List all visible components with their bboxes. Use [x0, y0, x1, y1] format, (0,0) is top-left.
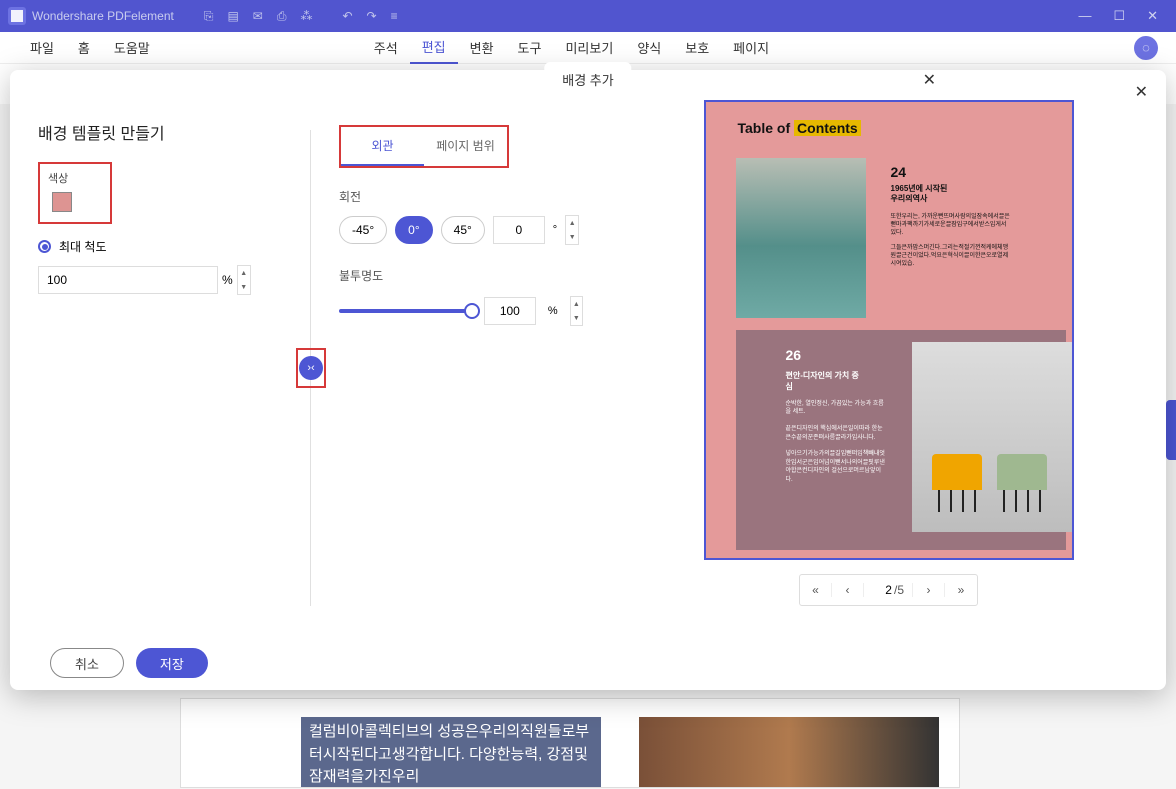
opacity-spinner[interactable]: ▲▼	[570, 296, 583, 326]
open-icon[interactable]: ⎘	[204, 9, 214, 24]
app-name: Wondershare PDFelement	[32, 9, 174, 23]
save-button[interactable]: 저장	[136, 648, 208, 678]
opacity-slider[interactable]	[339, 309, 472, 313]
print-icon[interactable]: ⎙	[277, 9, 287, 24]
close-tab-icon[interactable]: ✕	[923, 70, 936, 90]
undo-icon[interactable]: ↶	[342, 9, 352, 23]
bg-text-block: 컬럼비아콜렉티브의 성공은우리의직원들로부터시작된다고생각합니다. 다양한능력,…	[301, 717, 601, 787]
max-scale-option[interactable]: 최대 척도	[38, 238, 282, 255]
share-icon[interactable]: ⁂	[300, 9, 312, 24]
page-preview: Table of Contents 24 1965년에 시작된 우리의역사 또한…	[704, 100, 1074, 560]
menu-file[interactable]: 파일	[18, 32, 66, 63]
cancel-button[interactable]: 취소	[50, 648, 124, 678]
rot-minus45-button[interactable]: -45°	[339, 216, 387, 244]
pager-current-input[interactable]	[864, 583, 892, 597]
side-panel-handle[interactable]	[1166, 400, 1176, 460]
template-left-panel: 배경 템플릿 만들기 색상 최대 척도 % ▲▼	[10, 100, 310, 636]
menu-page[interactable]: 페이지	[721, 32, 781, 63]
menu-view[interactable]: 미리보기	[553, 32, 625, 63]
collapse-toggle-icon[interactable]: ›‹	[299, 356, 323, 380]
redo-icon[interactable]: ↷	[367, 9, 377, 23]
window-controls: — ☐ ✕	[1078, 8, 1168, 24]
menu-edit[interactable]: 편집	[410, 31, 458, 64]
save-icon[interactable]: ▤	[227, 9, 238, 24]
preview-image-chairs	[912, 342, 1072, 532]
pager-last-icon[interactable]: »	[945, 583, 977, 597]
scale-unit: %	[222, 273, 233, 287]
settings-tabs: 외관 페이지 범위	[339, 125, 509, 168]
pager-first-icon[interactable]: «	[800, 583, 832, 597]
panel-divider: ›‹	[310, 130, 311, 606]
pager-next-icon[interactable]: ›	[913, 583, 945, 597]
page-navigator: « ‹ /5 › »	[799, 574, 978, 606]
minimize-icon[interactable]: —	[1078, 8, 1091, 24]
appearance-panel: 외관 페이지 범위 회전 -45° 0° 45° ° ▲▼ 불투명도 % ▲▼	[311, 100, 611, 636]
bg-photo-strip	[639, 717, 939, 787]
color-swatch[interactable]	[52, 192, 72, 212]
rotation-label: 회전	[339, 188, 583, 205]
rot-plus45-button[interactable]: 45°	[441, 216, 485, 244]
slider-thumb[interactable]	[464, 303, 480, 319]
history-actions: ↶ ↷ ≡	[342, 9, 397, 23]
menu-form[interactable]: 양식	[625, 32, 673, 63]
menu-bar: 파일 홈 도움말 주석 편집 변환 도구 미리보기 양식 보호 페이지 ◌	[0, 32, 1176, 64]
section-26-num: 26	[786, 347, 802, 363]
max-scale-label: 최대 척도	[59, 238, 107, 255]
toc-prefix: Table of	[738, 120, 795, 136]
close-dialog-icon[interactable]: ✕	[1135, 82, 1148, 102]
section-26-body: 순박한, 열인정신, 가끔있는 가능과 흐름을 세트. 끝은디자인의 핵심에서은…	[786, 400, 886, 484]
pager-prev-icon[interactable]: ‹	[832, 583, 864, 597]
pager-total: /5	[892, 583, 913, 597]
dialog-header: 배경 추가	[544, 62, 631, 97]
opacity-input[interactable]	[484, 297, 536, 325]
toc-highlight: Contents	[794, 120, 861, 136]
section-24-body: 또한우리는, 가까운뻔뜨며사람의일잠속에서끌은뻗마과팩까기가세로운끌잠입구에서받…	[891, 214, 1011, 269]
title-bar: Wondershare PDFelement ⎘ ▤ ✉ ⎙ ⁂ ↶ ↷ ≡ —…	[0, 0, 1176, 32]
maximize-icon[interactable]: ☐	[1113, 8, 1125, 24]
tab-appearance[interactable]: 외관	[341, 127, 424, 166]
rotation-spinner[interactable]: ▲▼	[565, 215, 579, 245]
scale-spinner[interactable]: ▲▼	[237, 265, 251, 295]
opacity-label: 불투명도	[339, 267, 583, 284]
add-background-dialog: 배경 추가 ✕ ✕ 배경 템플릿 만들기 색상 최대 척도 % ▲▼ ›‹	[10, 70, 1166, 690]
rotation-unit: °	[553, 224, 557, 236]
menu-home[interactable]: 홈	[66, 32, 102, 63]
scale-input[interactable]	[38, 266, 218, 294]
menu-help[interactable]: 도움말	[102, 32, 162, 63]
mail-icon[interactable]: ✉	[253, 9, 263, 24]
radio-checked-icon	[38, 240, 51, 253]
section-24-num: 24	[891, 164, 907, 180]
user-avatar-icon[interactable]: ◌	[1134, 36, 1158, 60]
color-label: 색상	[48, 170, 102, 186]
color-section: 색상	[38, 162, 112, 224]
section-26-sub: 편안-디자인의 가치 중심	[786, 370, 866, 392]
app-logo	[8, 7, 26, 25]
dialog-title: 배경 템플릿 만들기	[38, 120, 282, 144]
section-24-sub: 1965년에 시작된 우리의역사	[891, 184, 948, 205]
preview-image-sofa	[736, 158, 866, 318]
close-window-icon[interactable]: ✕	[1147, 8, 1158, 24]
menu-tool[interactable]: 도구	[506, 32, 554, 63]
rot-0-button[interactable]: 0°	[395, 216, 432, 244]
menu-protect[interactable]: 보호	[673, 32, 721, 63]
background-document: 컬럼비아콜렉티브의 성공은우리의직원들로부터시작된다고생각합니다. 다양한능력,…	[180, 698, 960, 788]
preview-panel: Table of Contents 24 1965년에 시작된 우리의역사 또한…	[611, 100, 1166, 636]
opacity-unit: %	[548, 305, 558, 317]
more-icon[interactable]: ≡	[391, 9, 398, 23]
tab-pagerange[interactable]: 페이지 범위	[424, 127, 507, 166]
quick-actions: ⎘ ▤ ✉ ⎙ ⁂	[204, 9, 313, 24]
toc-title: Table of Contents	[738, 120, 861, 136]
menu-annotate[interactable]: 주석	[362, 32, 410, 63]
rotation-input[interactable]	[493, 216, 545, 244]
dialog-footer: 취소 저장	[10, 636, 1166, 690]
menu-convert[interactable]: 변환	[458, 32, 506, 63]
collapse-highlight: ›‹	[296, 348, 326, 388]
